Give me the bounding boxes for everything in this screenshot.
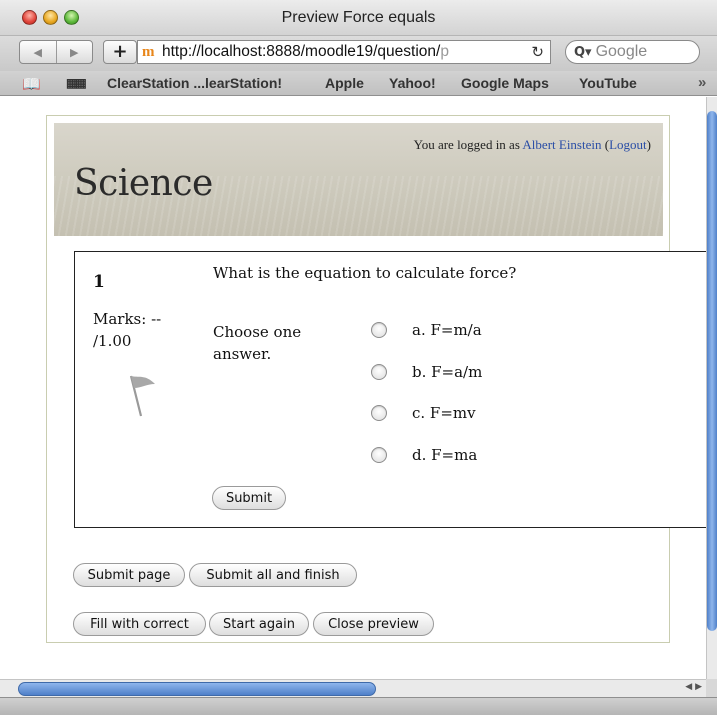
- bookmarks-book-icon[interactable]: 📖: [22, 75, 41, 93]
- address-bar[interactable]: m http://localhost:8888/moodle19/questio…: [137, 40, 551, 64]
- radio-button[interactable]: [371, 405, 387, 421]
- bookmark-youtube[interactable]: YouTube: [579, 75, 637, 91]
- user-profile-link[interactable]: Albert Einstein: [522, 137, 601, 152]
- fill-correct-button[interactable]: Fill with correct: [73, 612, 206, 636]
- question-number: 1: [93, 272, 105, 292]
- horizontal-scrollbar[interactable]: ◀ ▶: [0, 679, 706, 697]
- question-marks: Marks: -- /1.00: [93, 308, 183, 352]
- answer-label: b. F=a/m: [412, 363, 483, 381]
- url-text: http://localhost:8888/moodle19/question/…: [162, 43, 449, 60]
- radio-button[interactable]: [371, 364, 387, 380]
- answer-option-b[interactable]: b. F=a/m: [371, 363, 482, 381]
- radio-button[interactable]: [371, 322, 387, 338]
- login-info: You are logged in as Albert Einstein (Lo…: [413, 137, 651, 152]
- horizontal-scroll-thumb[interactable]: [18, 682, 376, 696]
- scroll-arrows-icon[interactable]: ◀ ▶: [685, 682, 702, 692]
- answer-label: c. F=mv: [412, 404, 476, 422]
- bookmark-yahoo[interactable]: Yahoo!: [389, 75, 436, 91]
- status-bar: [0, 697, 717, 715]
- resize-corner: [706, 679, 717, 697]
- radio-button[interactable]: [371, 447, 387, 463]
- flag-icon[interactable]: [125, 372, 165, 420]
- answer-option-c[interactable]: c. F=mv: [371, 404, 476, 422]
- moodle-favicon-icon: m: [142, 44, 155, 60]
- answer-label: a. F=m/a: [412, 321, 482, 339]
- search-icon: Q▾: [574, 44, 592, 60]
- bookmark-clearstation[interactable]: ClearStation ...learStation!: [107, 75, 282, 91]
- vertical-scrollbar[interactable]: [706, 97, 717, 679]
- submit-button[interactable]: Submit: [212, 486, 286, 510]
- forward-button[interactable]: ▶: [55, 41, 93, 63]
- vertical-scroll-thumb[interactable]: [707, 111, 717, 631]
- bookmark-apple[interactable]: Apple: [325, 75, 364, 91]
- question-box: 1 Marks: -- /1.00 What is the equation t…: [74, 251, 706, 528]
- choose-line: Choose one: [213, 323, 302, 341]
- marks-total: /1.00: [93, 332, 132, 350]
- answer-option-d[interactable]: d. F=ma: [371, 446, 477, 464]
- search-placeholder: Google: [595, 43, 648, 60]
- browser-toolbar: ◀ ▶ + m http://localhost:8888/moodle19/q…: [0, 36, 717, 71]
- search-field[interactable]: Q▾ Google: [565, 40, 700, 64]
- top-sites-grid-icon[interactable]: ▦▦: [66, 76, 87, 90]
- submit-all-button[interactable]: Submit all and finish: [189, 563, 357, 587]
- reload-icon[interactable]: ↻: [531, 43, 544, 61]
- back-arrow-icon: ◀: [33, 45, 42, 59]
- web-content: You are logged in as Albert Einstein (Lo…: [0, 97, 706, 679]
- choose-line: answer.: [213, 345, 272, 363]
- answer-label: d. F=ma: [412, 446, 478, 464]
- logout-link[interactable]: Logout: [609, 137, 647, 152]
- marks-line: Marks: --: [93, 310, 162, 328]
- question-text: What is the equation to calculate force?: [213, 264, 517, 282]
- answer-option-a[interactable]: a. F=m/a: [371, 321, 482, 339]
- start-again-button[interactable]: Start again: [209, 612, 309, 636]
- bookmarks-overflow-icon[interactable]: »: [698, 74, 706, 91]
- site-title: Science: [74, 163, 213, 204]
- choose-instruction: Choose one answer.: [213, 321, 333, 365]
- add-bookmark-button[interactable]: +: [103, 40, 137, 64]
- nav-buttons: ◀ ▶: [19, 40, 93, 64]
- close-preview-button[interactable]: Close preview: [313, 612, 434, 636]
- title-bar: Preview Force equals: [0, 0, 717, 36]
- bookmarks-bar: 📖 ▦▦ ClearStation ...learStation! Apple …: [0, 71, 717, 96]
- window-title: Preview Force equals: [281, 9, 436, 26]
- back-button[interactable]: ◀: [20, 41, 56, 63]
- forward-arrow-icon: ▶: [70, 45, 79, 59]
- site-header: You are logged in as Albert Einstein (Lo…: [54, 123, 663, 236]
- submit-page-button[interactable]: Submit page: [73, 563, 185, 587]
- bookmark-google-maps[interactable]: Google Maps: [461, 75, 549, 91]
